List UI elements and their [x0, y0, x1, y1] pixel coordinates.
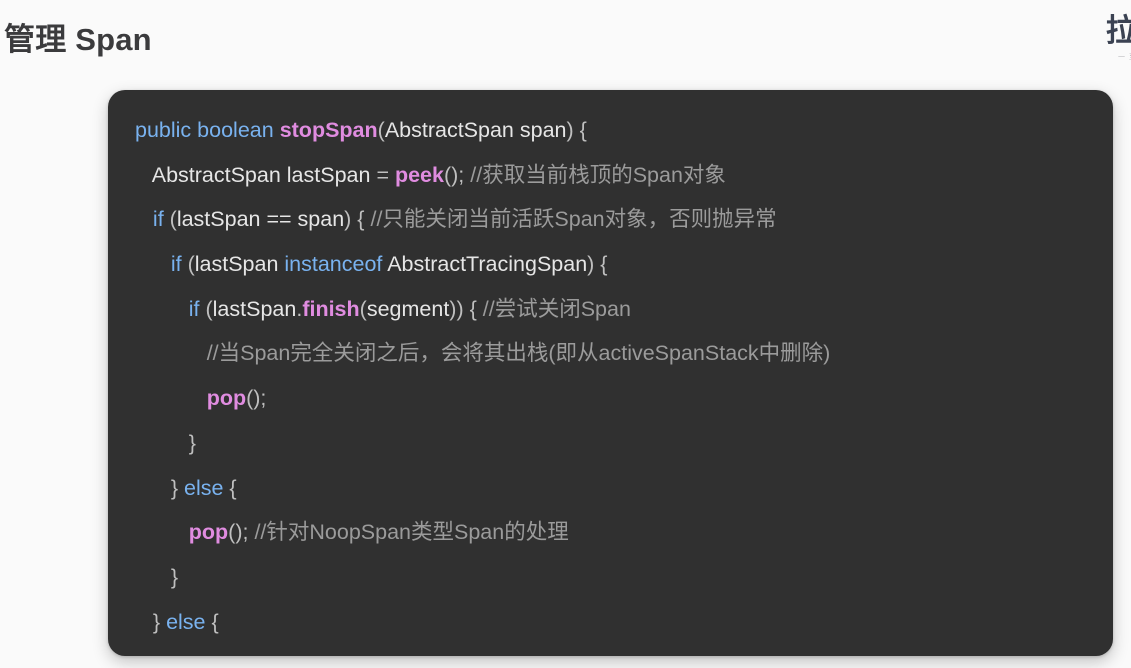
code-token-ident: lastSpan: [212, 296, 297, 321]
code-line: } else {: [135, 466, 1113, 511]
code-token-punc: ) {: [566, 118, 587, 142]
code-line: pop(); //针对NoopSpan类型Span的处理: [135, 510, 1113, 555]
code-line: public boolean stopSpan(AbstractSpan spa…: [135, 108, 1113, 153]
header-right-title: 拉: [1105, 13, 1131, 48]
page-title: 管理 Span: [4, 22, 152, 57]
code-token-punc: (: [359, 296, 367, 321]
code-token-kw: else: [166, 609, 206, 634]
code-line: }: [135, 421, 1113, 466]
code-token-punc: (: [163, 207, 177, 232]
code-token-ident: lastSpan == span: [176, 207, 345, 232]
code-token-ident: AbstractTracingSpan: [382, 252, 588, 277]
code-token-ident: lastSpan: [194, 252, 285, 277]
code-token-fn: pop: [206, 386, 247, 411]
code-token-kw: if: [152, 207, 164, 232]
code-token-cmt: //只能关闭当前活跃Span对象，否则抛异常: [370, 207, 777, 232]
code-token-punc: {: [223, 475, 237, 500]
code-token-cmt: //获取当前栈顶的Span对象: [470, 162, 726, 187]
code-token-punc: ();: [246, 386, 267, 411]
code-line: }: [135, 555, 1113, 600]
code-token-punc: (: [377, 118, 385, 142]
header-right-subtitle: 一 至: [1118, 54, 1131, 61]
code-line: AbstractSpan lastSpan = peek(); //获取当前栈顶…: [135, 153, 1113, 198]
code-token-punc: (: [199, 296, 213, 321]
code-line: //当Span完全关闭之后，会将其出栈(即从activeSpanStack中删除…: [135, 331, 1113, 376]
code-token-fn: peek: [394, 162, 444, 187]
code-token-kw: else: [184, 475, 224, 500]
code-token-fn: finish: [302, 296, 360, 321]
code-line: if (lastSpan instanceof AbstractTracingS…: [135, 242, 1113, 287]
code-token-kw: if: [170, 252, 182, 277]
code-content: public boolean stopSpan(AbstractSpan spa…: [108, 108, 1113, 644]
code-token-punc: ();: [443, 162, 471, 187]
code-token-punc: =: [376, 162, 395, 187]
code-token-punc: ();: [228, 520, 255, 545]
header-right-group: 拉 一 至: [1106, 10, 1131, 63]
code-line: pop();: [135, 376, 1113, 421]
code-token-punc: }: [170, 564, 179, 589]
code-line: if (lastSpan == span) { //只能关闭当前活跃Span对象…: [135, 197, 1113, 242]
code-token-kw: public: [135, 118, 192, 142]
code-token-kw: boolean: [197, 118, 274, 142]
code-token-kw: instanceof: [284, 252, 383, 277]
code-token-punc: )) {: [449, 296, 483, 321]
code-token-punc: }: [152, 609, 167, 634]
code-line: } else {: [135, 600, 1113, 645]
code-token-ident: AbstractSpan span: [384, 118, 567, 142]
code-token-ident: AbstractSpan lastSpan: [151, 162, 377, 187]
code-line: if (lastSpan.finish(segment)) { //尝试关闭Sp…: [135, 287, 1113, 332]
code-token-cmt: //尝试关闭Span: [482, 296, 631, 321]
code-token-punc: ) {: [344, 207, 371, 232]
code-token-punc: {: [205, 609, 219, 634]
code-token-kw: if: [188, 296, 200, 321]
code-token-ident: segment: [366, 296, 450, 321]
code-token-punc: }: [170, 475, 184, 500]
code-token-fn: stopSpan: [279, 118, 378, 142]
code-block-card: public boolean stopSpan(AbstractSpan spa…: [108, 90, 1113, 656]
code-token-cmt: //针对NoopSpan类型Span的处理: [254, 520, 569, 545]
code-token-punc: }: [188, 430, 196, 455]
code-token-punc: (: [181, 252, 195, 277]
code-token-fn: pop: [188, 520, 229, 545]
code-token-cmt: //当Span完全关闭之后，会将其出栈(即从activeSpanStack中删除…: [206, 341, 831, 366]
page-header: 管理 Span 拉 一 至: [0, 0, 1131, 72]
code-token-punc: ) {: [587, 252, 608, 277]
